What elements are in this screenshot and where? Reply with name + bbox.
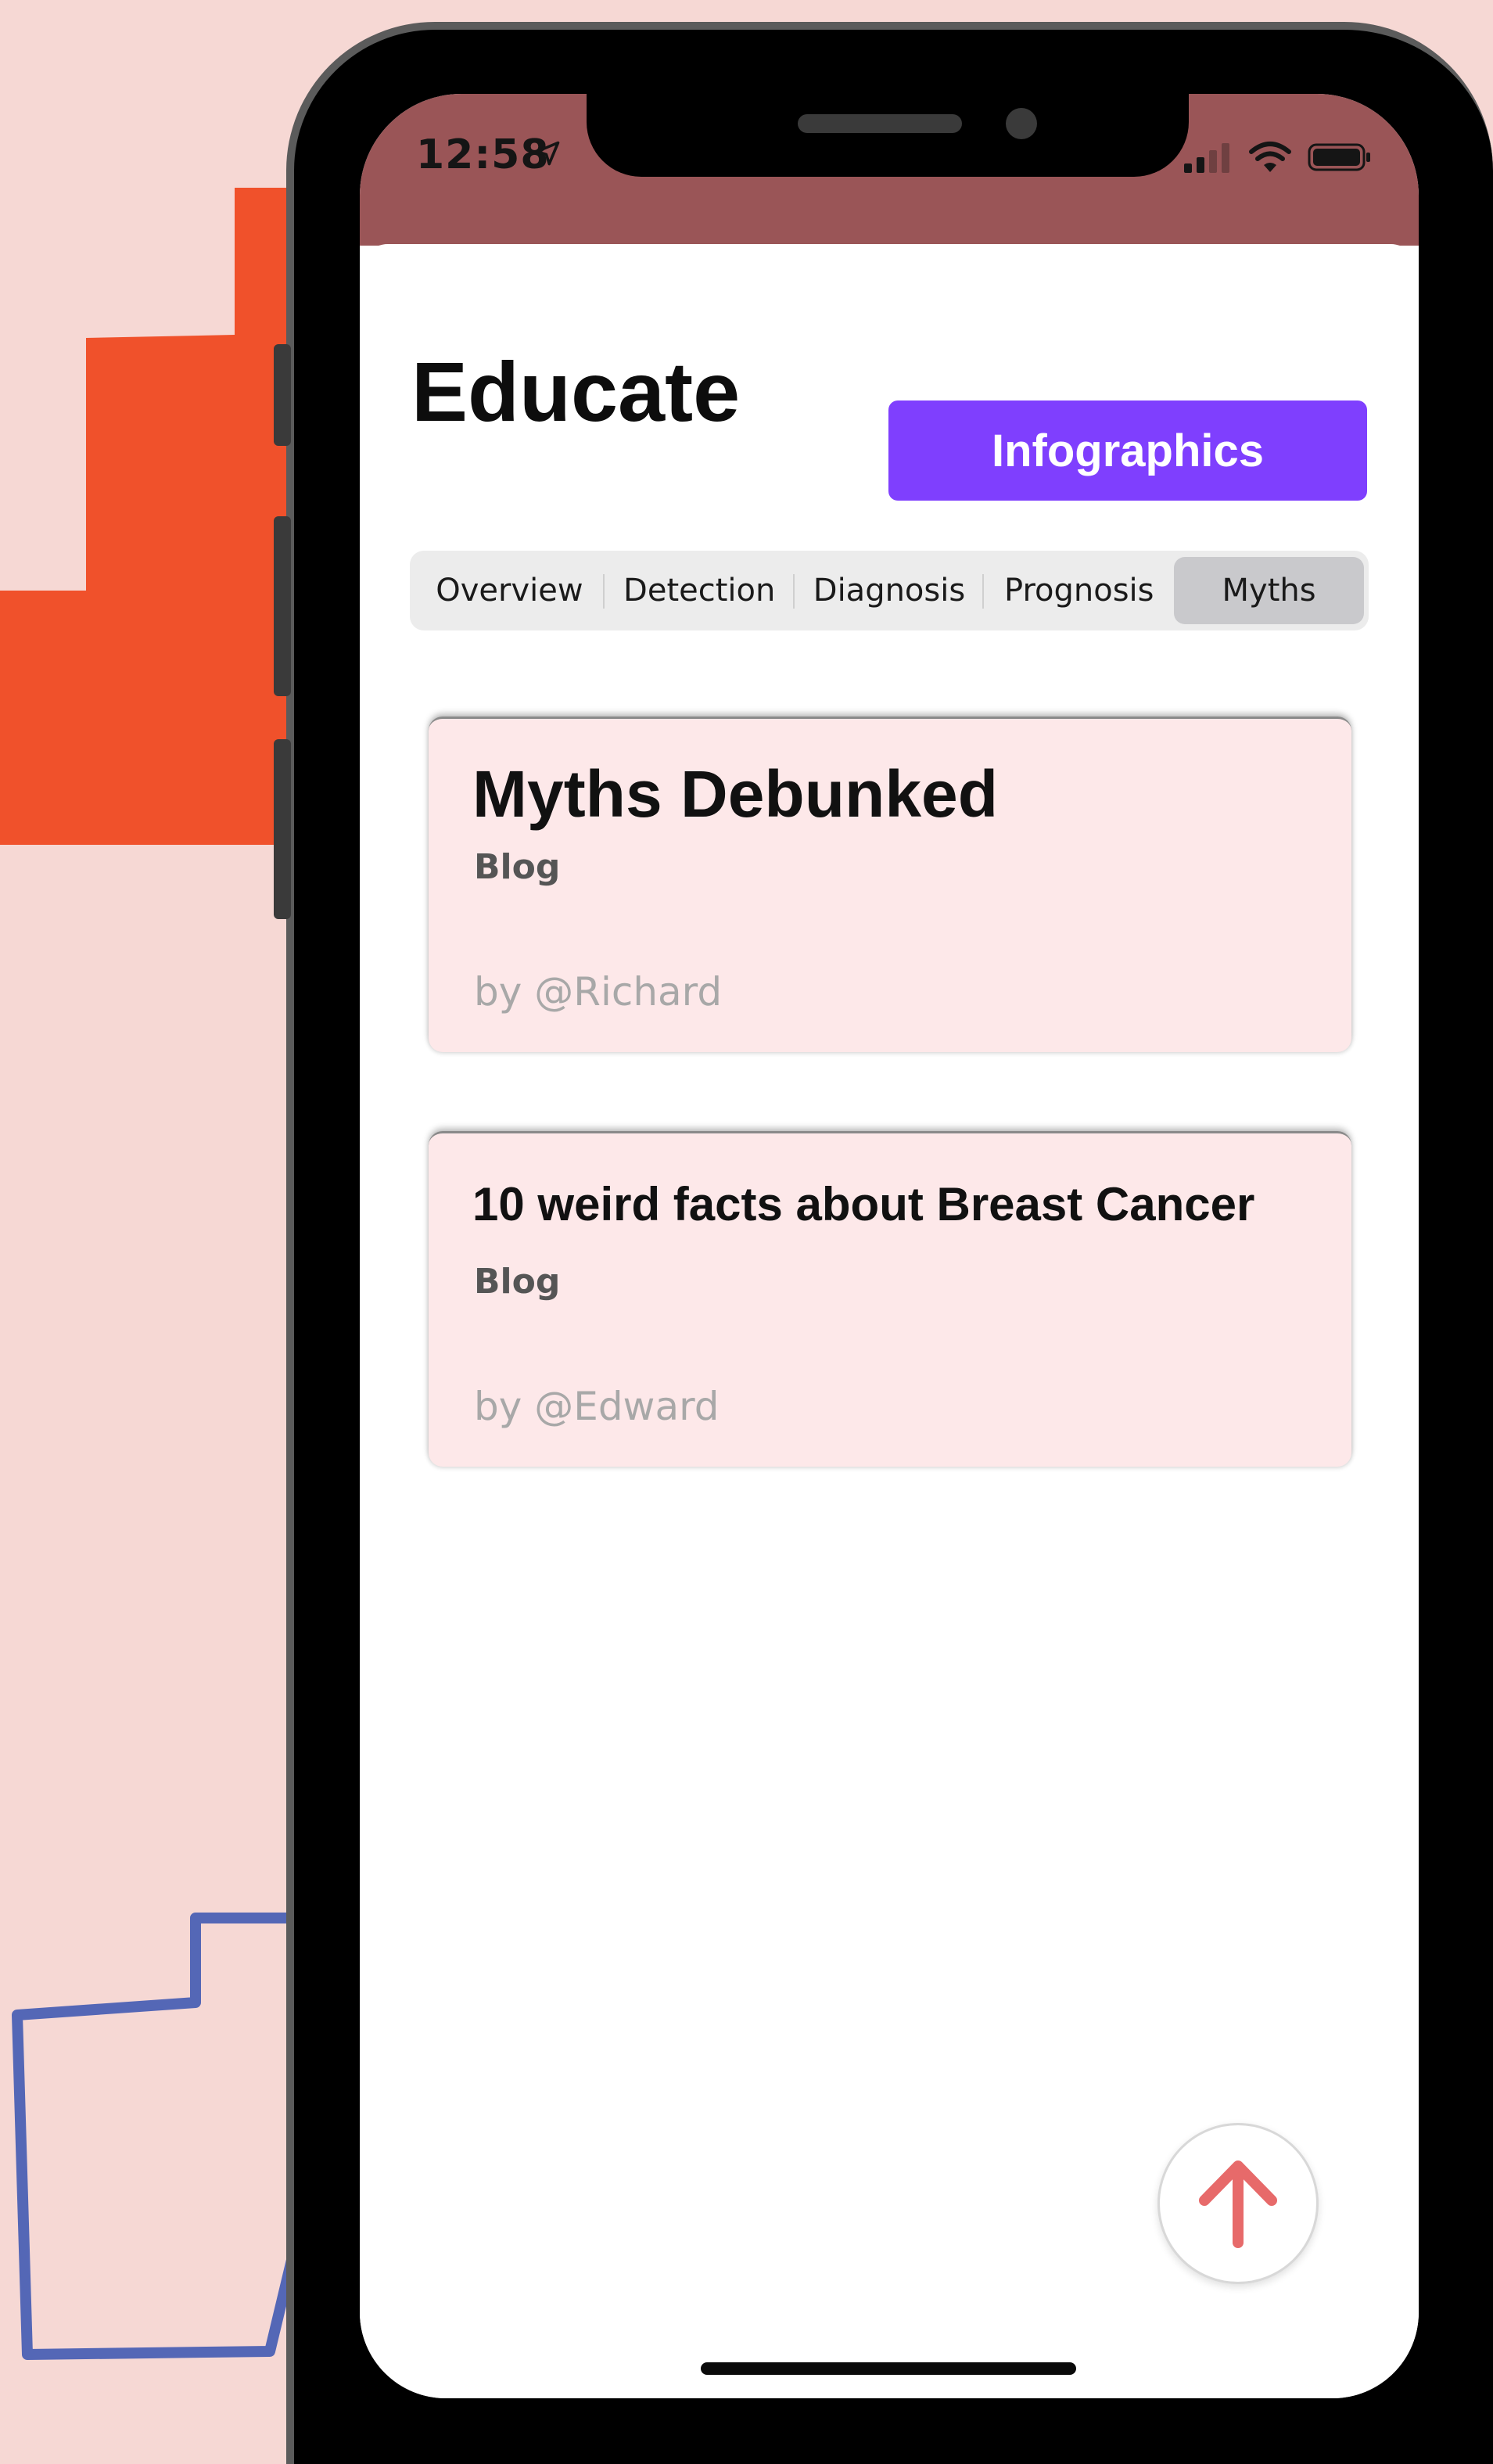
phone-notch	[587, 94, 1189, 177]
article-card[interactable]: 10 weird facts about Breast Cancer Blog …	[429, 1131, 1351, 1467]
page-title: Educate	[411, 344, 741, 439]
arrow-up-icon	[1199, 2160, 1277, 2248]
scroll-to-top-button[interactable]	[1157, 2123, 1319, 2284]
status-icons	[1184, 141, 1372, 174]
topic-segmented-control: Overview Detection Diagnosis Prognosis M…	[410, 551, 1369, 630]
home-indicator	[701, 2362, 1076, 2375]
card-title: Myths Debunked	[472, 757, 999, 831]
tab-myths[interactable]: Myths	[1174, 557, 1364, 624]
battery-icon	[1308, 143, 1370, 171]
card-type: Blog	[474, 1262, 561, 1302]
tab-detection[interactable]: Detection	[605, 557, 795, 624]
card-type: Blog	[474, 847, 561, 887]
tab-diagnosis[interactable]: Diagnosis	[795, 557, 985, 624]
phone-screen: 12:58 Educate Infographics Overview Dete…	[360, 94, 1419, 2398]
phone-side-button	[274, 739, 291, 919]
location-arrow-icon	[535, 141, 560, 166]
cellular-signal-icon	[1184, 143, 1229, 173]
status-time: 12:58	[416, 131, 550, 178]
tab-prognosis[interactable]: Prognosis	[984, 557, 1174, 624]
card-title: 10 weird facts about Breast Cancer	[472, 1178, 1255, 1230]
orange-decorative-shape	[0, 188, 297, 845]
front-camera	[1006, 108, 1037, 139]
phone-side-button	[274, 344, 291, 446]
tab-overview[interactable]: Overview	[415, 557, 605, 624]
wifi-icon	[1249, 142, 1291, 172]
blue-decorative-outline	[12, 1913, 303, 2360]
card-author: by @Edward	[474, 1384, 720, 1429]
speaker-grille	[798, 114, 962, 133]
infographics-button[interactable]: Infographics	[888, 400, 1367, 501]
card-author: by @Richard	[474, 969, 723, 1015]
article-card[interactable]: Myths Debunked Blog by @Richard	[429, 717, 1351, 1052]
phone-side-button	[274, 516, 291, 696]
